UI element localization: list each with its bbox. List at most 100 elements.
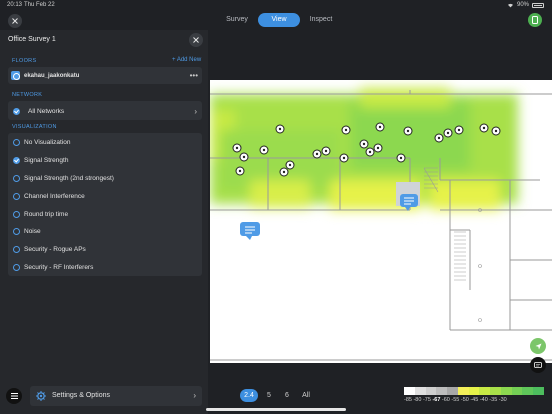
menu-button[interactable] bbox=[6, 388, 22, 404]
radio-button[interactable] bbox=[13, 174, 20, 182]
network-value: All Networks bbox=[28, 107, 65, 115]
close-survey-button[interactable] bbox=[8, 14, 22, 28]
tab-inspect[interactable]: Inspect bbox=[300, 13, 342, 27]
chevron-right-icon: › bbox=[193, 391, 196, 400]
viz-option-no-visualization[interactable]: No Visualization bbox=[8, 133, 202, 151]
access-point-icon[interactable] bbox=[285, 160, 295, 170]
legend-swatch bbox=[447, 387, 458, 395]
access-point-icon[interactable] bbox=[232, 143, 242, 153]
radio-button[interactable] bbox=[13, 210, 20, 218]
band-2-4[interactable]: 2.4 bbox=[240, 389, 258, 402]
band-6[interactable]: 6 bbox=[280, 389, 294, 402]
mode-segmented-control: Survey View Inspect bbox=[216, 13, 342, 27]
columns bbox=[478, 208, 482, 322]
access-point-icon[interactable] bbox=[365, 147, 375, 157]
viz-option-rf-interferers[interactable]: Security - RF Interferers bbox=[8, 258, 202, 276]
tab-survey[interactable]: Survey bbox=[216, 13, 258, 27]
network-section-label: NETWORK bbox=[12, 92, 43, 98]
floors-section-label: FLOORS bbox=[12, 58, 37, 64]
viz-option-channel-interference[interactable]: Channel Interference bbox=[8, 187, 202, 205]
signal-legend-bar bbox=[404, 387, 544, 395]
access-point-icon[interactable] bbox=[341, 125, 351, 135]
status-right: 90% bbox=[507, 2, 544, 8]
comment-bubble-icon bbox=[534, 361, 542, 368]
network-card: All Networks › bbox=[8, 101, 202, 120]
close-panel-button[interactable] bbox=[189, 33, 203, 47]
access-point-icon[interactable] bbox=[239, 152, 249, 162]
access-point-icon[interactable] bbox=[403, 126, 413, 136]
access-point-icon[interactable] bbox=[375, 122, 385, 132]
legend-swatch bbox=[436, 387, 448, 395]
settings-options-button[interactable]: Settings & Options › bbox=[30, 386, 202, 406]
add-new-floor-link[interactable]: + Add New bbox=[172, 57, 201, 63]
access-point-icon[interactable] bbox=[312, 149, 322, 159]
viz-option-noise[interactable]: Noise bbox=[8, 222, 202, 240]
radio-button[interactable] bbox=[13, 263, 20, 271]
radio-button[interactable] bbox=[13, 245, 20, 253]
viz-option-label: Security - RF Interferers bbox=[24, 263, 94, 271]
access-point-icon[interactable] bbox=[491, 126, 501, 136]
close-icon bbox=[12, 18, 18, 24]
access-point-icon[interactable] bbox=[259, 145, 269, 155]
access-point-icon[interactable] bbox=[321, 146, 331, 156]
status-time: 20:13 bbox=[7, 2, 23, 8]
signal-legend-labels: -85 -80 -75 -67 -60 -55 -50 -45 -40 -35 … bbox=[404, 397, 507, 403]
radio-button[interactable] bbox=[13, 227, 20, 235]
access-point-icon[interactable] bbox=[396, 153, 406, 163]
access-point-icon[interactable] bbox=[434, 133, 444, 143]
radio-button[interactable] bbox=[13, 192, 20, 200]
legend-swatch bbox=[511, 387, 523, 395]
floor-plan-heatmap[interactable] bbox=[210, 80, 552, 363]
viz-option-round-trip-time[interactable]: Round trip time bbox=[8, 205, 202, 223]
legend-swatch bbox=[500, 387, 512, 395]
access-point-icon[interactable] bbox=[339, 153, 349, 163]
access-point-icon[interactable] bbox=[359, 139, 369, 149]
comment-bubble-icon[interactable] bbox=[240, 222, 260, 240]
radio-button-selected[interactable] bbox=[13, 156, 20, 164]
visualization-section-label: VISUALIZATION bbox=[12, 124, 57, 130]
viz-option-label: No Visualization bbox=[24, 138, 71, 146]
network-row[interactable]: All Networks › bbox=[8, 102, 202, 120]
tab-view[interactable]: View bbox=[258, 13, 300, 27]
status-bar: 20:13 Thu Feb 22 90% bbox=[0, 0, 552, 12]
viz-option-label: Security - Rogue APs bbox=[24, 245, 86, 253]
legend-swatch bbox=[468, 387, 480, 395]
wifi-icon bbox=[507, 3, 513, 7]
legend-current-value: -67 bbox=[432, 397, 441, 403]
access-point-icon[interactable] bbox=[479, 123, 489, 133]
home-indicator bbox=[206, 408, 346, 411]
viz-option-rogue-aps[interactable]: Security - Rogue APs bbox=[8, 240, 202, 258]
access-point-icon[interactable] bbox=[373, 143, 383, 153]
location-button[interactable] bbox=[530, 338, 546, 354]
viz-option-label: Signal Strength (2nd strongest) bbox=[24, 174, 114, 182]
comments-toggle-button[interactable] bbox=[530, 357, 546, 373]
viz-option-signal-strength[interactable]: Signal Strength bbox=[8, 151, 202, 169]
legend-labels-right: -60 -55 -50 -45 -40 -35 -30 bbox=[441, 397, 507, 403]
viz-option-signal-strength-2nd[interactable]: Signal Strength (2nd strongest) bbox=[8, 169, 202, 187]
viz-option-label: Channel Interference bbox=[24, 192, 85, 200]
access-point-icon[interactable] bbox=[235, 166, 245, 176]
status-date: Thu Feb 22 bbox=[24, 2, 55, 8]
legend-swatch bbox=[533, 387, 544, 395]
access-point-icon[interactable] bbox=[454, 125, 464, 135]
access-point-icon[interactable] bbox=[275, 124, 285, 134]
profile-avatar[interactable] bbox=[528, 13, 542, 27]
legend-swatch bbox=[522, 387, 534, 395]
hamburger-menu-icon bbox=[10, 393, 18, 399]
more-horizontal-icon[interactable]: ••• bbox=[190, 71, 198, 80]
band-all[interactable]: All bbox=[298, 389, 314, 402]
settings-label: Settings & Options bbox=[52, 392, 110, 399]
access-point-icon[interactable] bbox=[279, 167, 289, 177]
band-5[interactable]: 5 bbox=[262, 389, 276, 402]
radio-button[interactable] bbox=[13, 138, 20, 146]
network-checkbox[interactable] bbox=[13, 107, 20, 115]
access-point-icon[interactable] bbox=[443, 128, 453, 138]
legend-swatch bbox=[414, 387, 426, 395]
gear-icon bbox=[36, 391, 46, 401]
floor-row[interactable]: ekahau_jaakonkatu ••• bbox=[8, 67, 202, 84]
visualization-card: No Visualization Signal Strength Signal … bbox=[8, 133, 202, 276]
legend-swatch bbox=[404, 387, 415, 395]
floor-plan-svg bbox=[210, 88, 552, 361]
battery-percent: 90% bbox=[516, 2, 529, 8]
signal-legend: -85 -80 -75 -67 -60 -55 -50 -45 -40 -35 … bbox=[404, 387, 544, 403]
